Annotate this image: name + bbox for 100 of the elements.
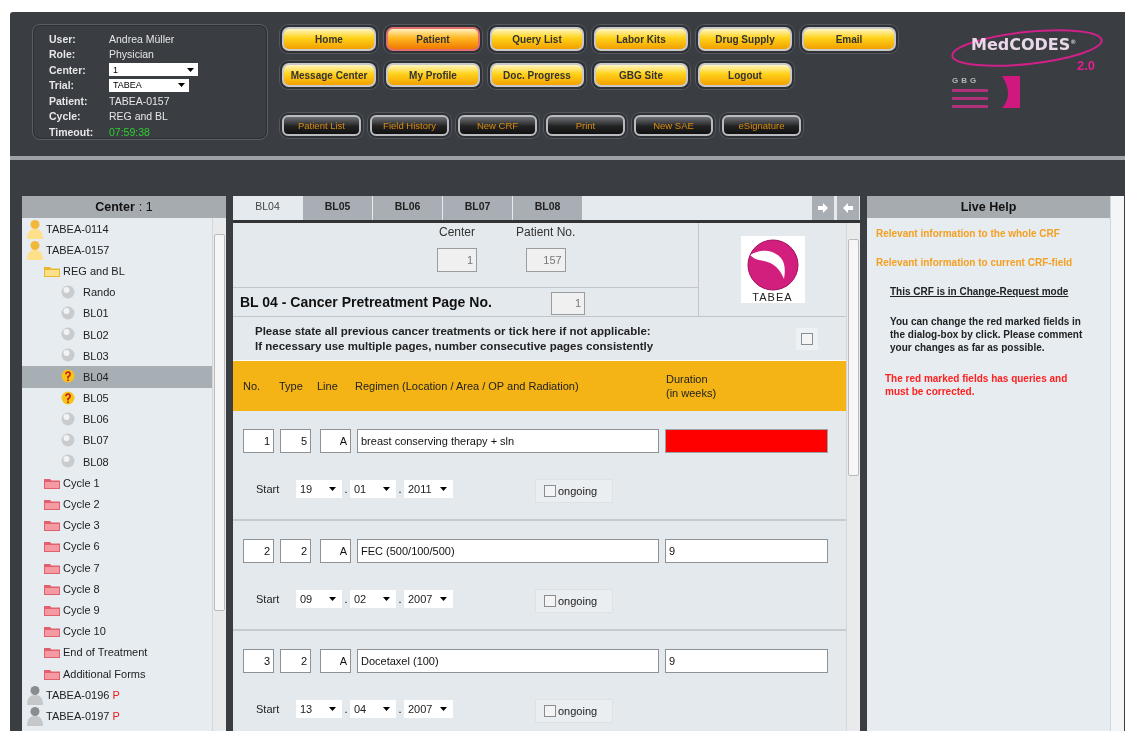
tree-item[interactable]: BL06 <box>22 408 212 430</box>
day-dropdown[interactable]: 09 <box>296 590 342 608</box>
tree-item[interactable]: End of Treatment <box>22 641 212 663</box>
toolbar-button[interactable]: Print <box>546 115 625 136</box>
nav-button[interactable]: Labor Kits <box>594 27 688 51</box>
tree-item[interactable]: TABEA-0197 P <box>22 705 212 727</box>
start-label: Start <box>256 593 281 605</box>
nav-button[interactable]: Query List <box>490 27 584 51</box>
nav-button[interactable]: Drug Supply <box>698 27 792 51</box>
regimen-field[interactable]: FEC (500/100/500) <box>357 539 659 563</box>
date-separator: . <box>343 703 349 715</box>
tree-item[interactable]: Cycle 1 <box>22 472 212 494</box>
column-header: Duration <box>666 372 709 386</box>
line-field[interactable]: A <box>320 539 351 563</box>
tree-item[interactable]: BL03 <box>22 345 212 367</box>
month-dropdown[interactable]: 02 <box>350 590 396 608</box>
dropdown[interactable]: 1 <box>109 63 198 77</box>
scrollbar[interactable] <box>1110 196 1124 731</box>
tree-item[interactable]: BL07 <box>22 429 212 452</box>
year-dropdown[interactable]: 2007 <box>404 700 453 718</box>
number-field[interactable]: 1 <box>243 429 274 453</box>
tree-item[interactable]: Cycle 6 <box>22 535 212 557</box>
tree-item[interactable]: Cycle 8 <box>22 578 212 600</box>
year-dropdown[interactable]: 2011 <box>404 480 453 498</box>
field-label: Role: <box>49 48 77 61</box>
scrollbar[interactable] <box>212 218 226 731</box>
tree-item[interactable]: Additional Forms <box>22 662 212 685</box>
day-dropdown[interactable]: 13 <box>296 700 342 718</box>
tree-item[interactable]: Cycle 2 <box>22 493 212 515</box>
checkbox-label: ongoing <box>558 595 598 607</box>
nav-button[interactable]: Patient <box>386 27 480 51</box>
ongoing-checkbox[interactable] <box>544 595 556 607</box>
duration-field[interactable] <box>665 429 828 453</box>
tree-item[interactable]: Cycle 9 <box>22 599 212 621</box>
tree-item[interactable]: REG and BL <box>22 260 212 282</box>
tree-item[interactable]: Rando <box>22 281 212 303</box>
tab[interactable]: BL08 <box>513 196 583 220</box>
folder-icon <box>44 540 60 553</box>
tree-item[interactable]: Cycle 3 <box>22 514 212 536</box>
field-label: Center: <box>49 63 87 76</box>
nav-button[interactable]: GBG Site <box>594 63 688 87</box>
tree-item[interactable]: Cycle 10 <box>22 620 212 642</box>
number-field[interactable]: 2 <box>243 539 274 563</box>
instruction-text: If necessary use multiple pages, number consecutive pages consistently <box>255 338 655 354</box>
duration-field[interactable]: 9 <box>665 649 828 673</box>
header-value: : 1 <box>138 200 153 214</box>
tree-item[interactable]: BL01 <box>22 302 212 324</box>
month-dropdown[interactable]: 04 <box>350 700 396 718</box>
type-field[interactable]: 2 <box>280 539 311 563</box>
type-field[interactable]: 5 <box>280 429 311 453</box>
year-dropdown[interactable]: 2007 <box>404 590 453 608</box>
tree-item[interactable]: Cycle 7 <box>22 557 212 579</box>
month-dropdown[interactable]: 01 <box>350 480 396 498</box>
tab[interactable]: BL06 <box>373 196 443 220</box>
line-field[interactable]: A <box>320 429 351 453</box>
scrollbar[interactable] <box>846 223 860 731</box>
tree-item[interactable]: BL04 <box>22 366 212 388</box>
toolbar-button[interactable]: Field History <box>370 115 449 136</box>
sphere-icon <box>61 411 77 427</box>
nav-button[interactable]: My Profile <box>386 63 480 87</box>
tab[interactable]: BL07 <box>443 196 513 220</box>
logo-version: 2.0 <box>1075 58 1095 73</box>
nav-button[interactable]: Home <box>282 27 376 51</box>
toolbar-button[interactable]: eSignature <box>722 115 801 136</box>
number-field[interactable]: 1 <box>437 248 477 272</box>
toolbar-button[interactable]: New SAE <box>634 115 713 136</box>
nav-button[interactable]: Doc. Progress <box>490 63 584 87</box>
tree-item[interactable]: TABEA-0157 <box>22 239 212 261</box>
date-separator: . <box>397 483 403 495</box>
not-applicable-checkbox[interactable] <box>801 332 813 345</box>
tree-item[interactable]: TABEA-0196 P <box>22 684 212 706</box>
field-value: TABEA-0157 <box>109 94 170 107</box>
previous-arrow-button[interactable] <box>837 196 859 220</box>
toolbar-button[interactable]: New CRF <box>458 115 537 136</box>
nav-button[interactable]: Message Center <box>282 63 376 87</box>
next-arrow-button[interactable] <box>812 196 834 220</box>
tree-item[interactable]: BL08 <box>22 451 212 473</box>
day-dropdown[interactable]: 19 <box>296 480 342 498</box>
dropdown[interactable]: TABEA <box>109 78 189 92</box>
folder-icon <box>44 498 60 511</box>
tree-item[interactable]: BL05 <box>22 387 212 409</box>
toolbar-button[interactable]: Patient List <box>282 115 361 136</box>
duration-field[interactable]: 9 <box>665 539 828 563</box>
date-separator: . <box>343 483 349 495</box>
tree-item[interactable]: BL02 <box>22 323 212 346</box>
page-number-field[interactable]: 1 <box>551 291 585 315</box>
ongoing-checkbox[interactable] <box>544 485 556 497</box>
nav-button[interactable]: Email <box>802 27 896 51</box>
line-field[interactable]: A <box>320 649 351 673</box>
number-field[interactable]: 3 <box>243 649 274 673</box>
ongoing-checkbox[interactable] <box>544 705 556 717</box>
number-field[interactable]: 157 <box>525 248 566 272</box>
regimen-field[interactable]: Docetaxel (100) <box>357 649 659 673</box>
regimen-field[interactable]: breast conserving therapy + sln <box>357 429 659 453</box>
folder-icon <box>44 582 60 595</box>
tab[interactable]: BL05 <box>303 196 373 220</box>
type-field[interactable]: 2 <box>280 649 311 673</box>
nav-button[interactable]: Logout <box>698 63 792 87</box>
tree-item[interactable]: TABEA-0114 <box>22 218 212 240</box>
trial-logo-text: TABEA <box>752 291 793 303</box>
